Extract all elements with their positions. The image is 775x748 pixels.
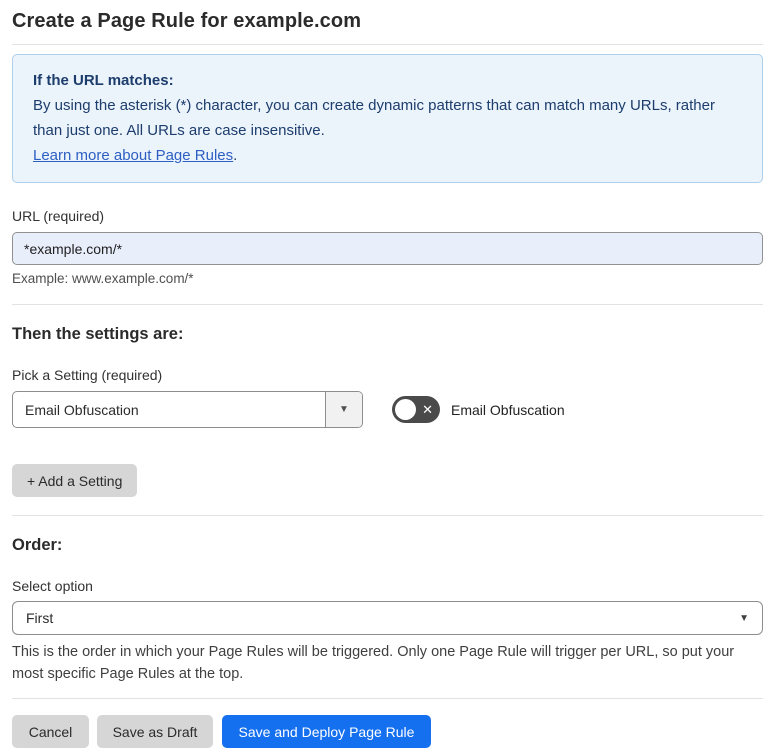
cancel-button[interactable]: Cancel (12, 715, 89, 748)
footer-actions: Cancel Save as Draft Save and Deploy Pag… (12, 715, 763, 748)
order-helper-text: This is the order in which your Page Rul… (12, 644, 735, 682)
chevron-down-icon: ▼ (339, 404, 349, 415)
url-example-text: Example: www.example.com/* (12, 271, 194, 286)
email-obfuscation-toggle[interactable]: ✕ (392, 396, 440, 423)
order-section-heading: Order: (12, 536, 63, 554)
chevron-down-icon: ▼ (739, 612, 749, 624)
url-match-info-box: If the URL matches: By using the asteris… (12, 54, 763, 183)
learn-more-link[interactable]: Learn more about Page Rules (33, 147, 233, 164)
toggle-off-x-icon: ✕ (422, 402, 433, 417)
settings-section-heading: Then the settings are: (12, 325, 184, 343)
info-link-line: Learn more about Page Rules. (33, 143, 742, 168)
section-divider (12, 304, 763, 305)
title-divider (12, 44, 763, 45)
setting-select-caret-button[interactable]: ▼ (325, 392, 362, 427)
info-box-body: By using the asterisk (*) character, you… (33, 97, 715, 139)
order-select[interactable]: First ▼ (12, 601, 763, 635)
setting-select[interactable]: Email Obfuscation ▼ (12, 391, 363, 428)
add-setting-button[interactable]: + Add a Setting (12, 464, 138, 497)
order-select-label: Select option (12, 578, 93, 594)
pick-setting-label: Pick a Setting (required) (12, 367, 163, 383)
toggle-knob (395, 399, 416, 420)
section-divider (12, 515, 763, 516)
footer-divider (12, 698, 763, 699)
save-and-deploy-button[interactable]: Save and Deploy Page Rule (222, 715, 431, 748)
setting-select-value: Email Obfuscation (25, 401, 139, 418)
page-rule-form: Create a Page Rule for example.com If th… (0, 10, 775, 748)
link-suffix: . (233, 147, 238, 164)
save-as-draft-button[interactable]: Save as Draft (97, 715, 213, 748)
order-select-value: First (26, 610, 54, 626)
page-title: Create a Page Rule for example.com (12, 10, 362, 32)
info-box-heading: If the URL matches: (33, 72, 174, 89)
url-input[interactable] (12, 232, 763, 265)
url-field-label: URL (required) (12, 208, 105, 224)
toggle-label: Email Obfuscation (451, 401, 565, 418)
setting-row: Email Obfuscation ▼ ✕ Email Obfuscation (12, 391, 763, 428)
